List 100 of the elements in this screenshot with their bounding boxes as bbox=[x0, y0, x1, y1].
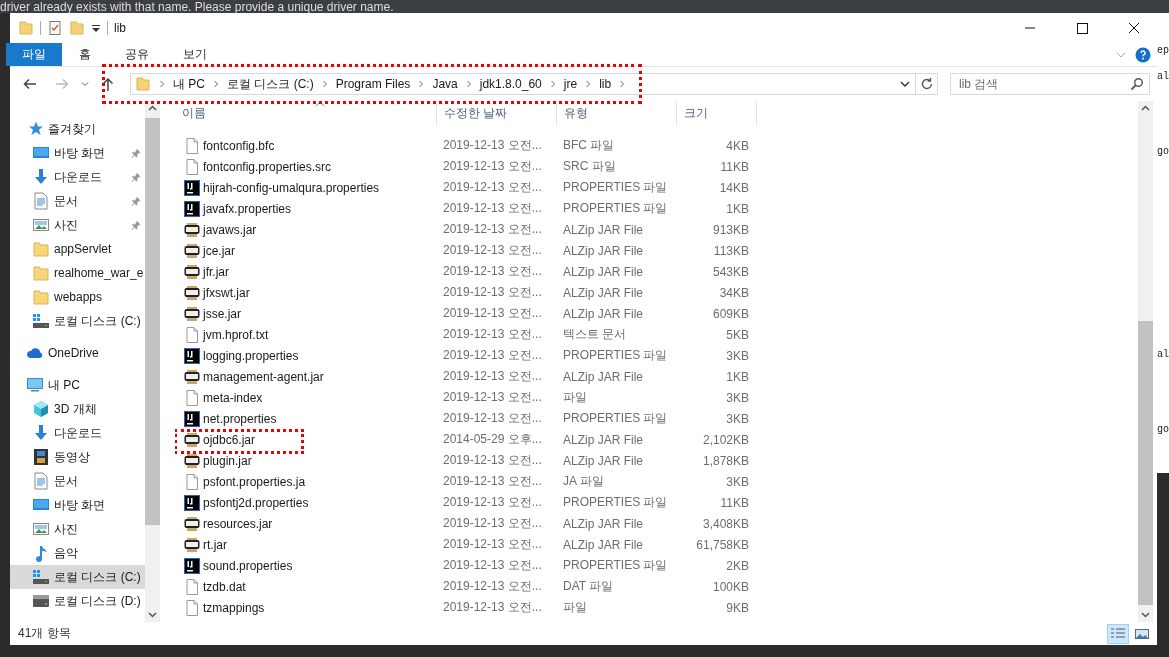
ribbon-tab[interactable]: 파일 bbox=[6, 43, 62, 66]
column-header[interactable]: 유형 bbox=[557, 101, 677, 126]
table-cell-text: 34KB bbox=[718, 285, 750, 300]
address-bar[interactable]: 내 PC 로컬 디스크 (C:) Program Files Java jdk1.8.0_60 jre lib bbox=[130, 73, 916, 95]
photo-icon bbox=[32, 216, 50, 234]
chevron-right-icon[interactable] bbox=[464, 79, 473, 89]
nav-item[interactable]: 로컬 디스크 (D:) bbox=[10, 589, 145, 613]
up-arrow-icon[interactable] bbox=[100, 76, 116, 92]
file-name[interactable]: ojdbc6.jar bbox=[203, 432, 256, 447]
table-cell-text: 2019-12-13 오전... bbox=[442, 557, 543, 574]
file-name[interactable]: sound.properties bbox=[203, 558, 293, 573]
jar-file-icon bbox=[184, 284, 200, 301]
ribbon-tab[interactable]: 홈 bbox=[62, 43, 108, 66]
file-name[interactable]: net.properties bbox=[203, 411, 277, 426]
nav-item[interactable]: 문서 bbox=[10, 469, 145, 493]
pin-icon[interactable] bbox=[131, 172, 141, 182]
file-name[interactable]: jfr.jar bbox=[203, 264, 229, 279]
photo-icon bbox=[32, 520, 50, 538]
scroll-down-icon[interactable] bbox=[1141, 611, 1150, 618]
file-name[interactable]: fontconfig.bfc bbox=[203, 138, 275, 153]
file-name[interactable]: jvm.hprof.txt bbox=[203, 327, 269, 342]
breadcrumb[interactable]: jdk1.8.0_60 bbox=[479, 77, 542, 91]
nav-item[interactable]: 로컬 디스크 (C:) bbox=[10, 309, 145, 333]
folder-icon bbox=[135, 76, 151, 92]
nav-item[interactable]: OneDrive bbox=[10, 341, 145, 365]
nav-item[interactable]: 로컬 디스크 (C:) bbox=[10, 565, 145, 589]
file-name[interactable]: hijrah-config-umalqura.properties bbox=[203, 180, 380, 195]
file-name[interactable]: javaws.jar bbox=[203, 222, 257, 237]
forward-arrow-icon[interactable] bbox=[54, 76, 70, 92]
nav-item[interactable]: appServlet bbox=[10, 237, 145, 261]
chevron-right-icon[interactable] bbox=[618, 79, 627, 89]
table-cell-text: 2,102KB bbox=[701, 432, 750, 447]
search-field[interactable]: lib 검색 bbox=[950, 73, 1150, 95]
chevron-right-icon[interactable] bbox=[320, 79, 329, 89]
nav-item[interactable]: webapps bbox=[10, 285, 145, 309]
chevron-right-icon[interactable] bbox=[417, 79, 426, 89]
nav-item[interactable]: 바탕 화면 bbox=[10, 141, 145, 165]
file-name[interactable]: tzmappings bbox=[203, 600, 265, 615]
file-name[interactable]: resources.jar bbox=[203, 516, 273, 531]
help-icon[interactable] bbox=[1135, 46, 1151, 63]
chevron-right-icon[interactable] bbox=[158, 79, 166, 89]
dropdown-icon[interactable] bbox=[91, 23, 101, 33]
nav-item[interactable]: 다운로드 bbox=[10, 165, 145, 189]
column-header[interactable]: 이름 bbox=[175, 101, 437, 126]
pin-icon[interactable] bbox=[131, 220, 141, 230]
breadcrumb[interactable]: jre bbox=[563, 77, 578, 91]
ribbon-tab[interactable]: 보기 bbox=[166, 43, 224, 66]
nav-item[interactable]: 음악 bbox=[10, 541, 145, 565]
column-header[interactable]: 크기 bbox=[677, 101, 757, 126]
scroll-up-icon[interactable] bbox=[148, 105, 157, 112]
pin-icon[interactable] bbox=[131, 196, 141, 206]
file-name[interactable]: jsse.jar bbox=[203, 306, 241, 321]
scroll-up-icon[interactable] bbox=[1141, 105, 1150, 112]
table-cell-text: 2019-12-13 오전... bbox=[442, 221, 543, 238]
nav-item[interactable]: 다운로드 bbox=[10, 421, 145, 445]
breadcrumb[interactable]: 내 PC bbox=[173, 75, 205, 93]
file-name[interactable]: tzdb.dat bbox=[203, 579, 246, 594]
file-name[interactable]: rt.jar bbox=[203, 537, 227, 552]
file-name[interactable]: jfxswt.jar bbox=[203, 285, 250, 300]
back-arrow-icon[interactable] bbox=[22, 76, 38, 92]
nav-item[interactable]: 동영상 bbox=[10, 445, 145, 469]
table-cell-text: 1,878KB bbox=[701, 453, 750, 468]
breadcrumb[interactable]: Program Files bbox=[335, 77, 411, 91]
scrollbar[interactable] bbox=[1138, 101, 1153, 622]
ij-file-icon bbox=[184, 179, 200, 196]
nav-item[interactable]: 바탕 화면 bbox=[10, 493, 145, 517]
refresh-button[interactable] bbox=[916, 73, 938, 95]
file-name[interactable]: jce.jar bbox=[203, 243, 235, 258]
nav-item[interactable]: 사진 bbox=[10, 517, 145, 541]
nav-item[interactable]: 즐겨찾기 bbox=[10, 117, 145, 141]
scrollbar[interactable] bbox=[145, 101, 160, 622]
chevron-right-icon[interactable] bbox=[584, 79, 593, 89]
jar-file-icon bbox=[184, 368, 200, 385]
nav-item[interactable]: 내 PC bbox=[10, 373, 145, 397]
ribbon-tab[interactable]: 공유 bbox=[108, 43, 166, 66]
ij-file-icon bbox=[184, 347, 200, 364]
file-name[interactable]: management-agent.jar bbox=[203, 369, 324, 384]
column-header[interactable]: 수정한 날짜 bbox=[437, 101, 557, 126]
file-name[interactable]: psfont.properties.ja bbox=[203, 474, 306, 489]
table-cell-text: 913KB bbox=[711, 222, 750, 237]
nav-item[interactable]: 3D 개체 bbox=[10, 397, 145, 421]
nav-item[interactable]: 문서 bbox=[10, 189, 145, 213]
file-name[interactable]: javafx.properties bbox=[203, 201, 292, 216]
breadcrumb[interactable]: lib bbox=[599, 77, 612, 91]
nav-item[interactable]: 사진 bbox=[10, 213, 145, 237]
file-name[interactable]: psfontj2d.properties bbox=[203, 495, 309, 510]
breadcrumb[interactable]: 로컬 디스크 (C:) bbox=[227, 75, 314, 93]
file-name[interactable]: meta-index bbox=[203, 390, 263, 405]
chevron-right-icon[interactable] bbox=[548, 79, 557, 89]
file-name[interactable]: logging.properties bbox=[203, 348, 299, 363]
pin-icon[interactable] bbox=[131, 148, 141, 158]
chevron-right-icon[interactable] bbox=[212, 79, 220, 89]
details-view-button[interactable] bbox=[1107, 623, 1129, 644]
document-icon bbox=[32, 472, 50, 490]
nav-item[interactable]: realhome_war_e bbox=[10, 261, 145, 285]
file-name[interactable]: fontconfig.properties.src bbox=[203, 159, 332, 174]
jar-file-icon bbox=[184, 431, 200, 448]
file-name[interactable]: plugin.jar bbox=[203, 453, 252, 468]
scroll-down-icon[interactable] bbox=[148, 611, 157, 618]
breadcrumb[interactable]: Java bbox=[432, 77, 458, 91]
